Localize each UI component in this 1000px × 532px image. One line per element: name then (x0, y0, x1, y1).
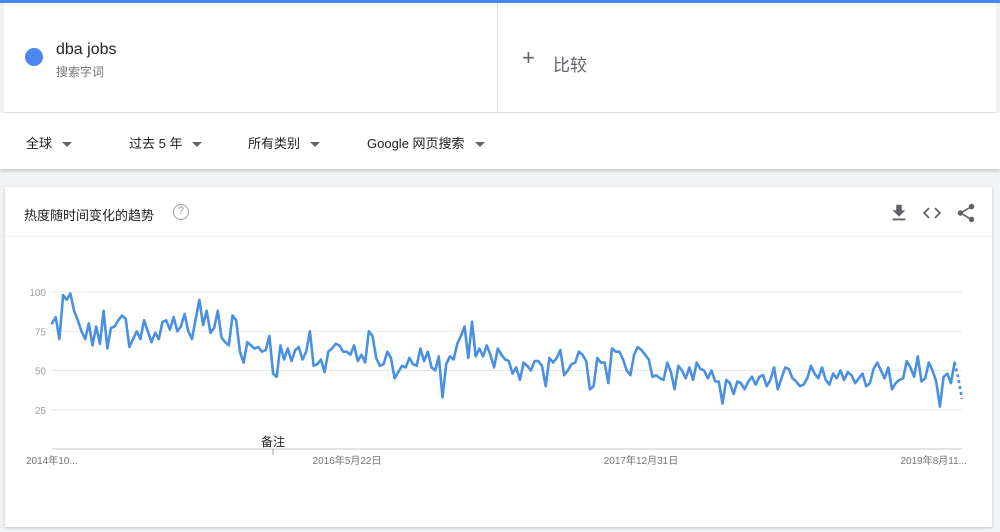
plus-icon: + (522, 45, 535, 70)
annotation-label[interactable]: 备注 (261, 434, 285, 449)
compare-button[interactable]: + 比较 (498, 3, 996, 112)
x-tick-label: 2019年8月11... (900, 454, 967, 467)
partial-data-line (953, 362, 964, 400)
embed-icon[interactable] (921, 202, 943, 224)
chevron-down-icon (62, 142, 73, 148)
search-term-card[interactable]: dba jobs 搜索字词 (4, 3, 498, 113)
chevron-down-icon (310, 142, 321, 148)
search-term-type: 搜索字词 (56, 65, 105, 79)
search-terms-bar: dba jobs 搜索字词 + 比较 (4, 3, 996, 113)
category-filter-label: 所有类别 (248, 136, 301, 151)
x-tick-label: 2016年5月22日 (313, 454, 382, 467)
search-type-filter[interactable]: Google 网页搜索 (367, 133, 485, 152)
interest-over-time-card: 热度随时间变化的趋势 ? 100 75 50 25 备注 2014年10... 201… (5, 187, 992, 527)
compare-label: 比较 (553, 56, 587, 75)
chevron-down-icon (192, 142, 203, 148)
category-filter[interactable]: 所有类别 (248, 133, 321, 152)
search-term-name[interactable]: dba jobs (56, 41, 117, 59)
y-tick-label: 50 (35, 367, 47, 378)
chevron-down-icon (474, 142, 485, 148)
y-tick-label: 100 (29, 288, 46, 299)
time-range-filter-label: 过去 5 年 (129, 136, 183, 151)
y-tick-label: 25 (35, 406, 47, 417)
term-color-dot (25, 48, 43, 66)
time-range-filter[interactable]: 过去 5 年 (129, 133, 203, 152)
search-type-filter-label: Google 网页搜索 (367, 136, 465, 151)
filter-bar: 全球 过去 5 年 所有类别 Google 网页搜索 (0, 113, 1000, 169)
region-filter-label: 全球 (26, 136, 53, 151)
card-title: 热度随时间变化的趋势 (24, 208, 155, 223)
share-icon[interactable] (955, 202, 977, 224)
x-tick-label: 2014年10... (26, 454, 78, 467)
trend-chart: 100 75 50 25 备注 2014年10... 2016年5月22日 2017年… (26, 288, 967, 467)
y-tick-label: 75 (35, 327, 47, 338)
x-tick-label: 2017年12月31日 (604, 454, 679, 467)
card-header: 热度随时间变化的趋势 ? (5, 187, 992, 237)
region-filter[interactable]: 全球 (26, 133, 73, 152)
trend-line (50, 292, 956, 408)
download-icon[interactable] (888, 202, 910, 224)
question-circle-icon[interactable]: ? (173, 204, 189, 220)
